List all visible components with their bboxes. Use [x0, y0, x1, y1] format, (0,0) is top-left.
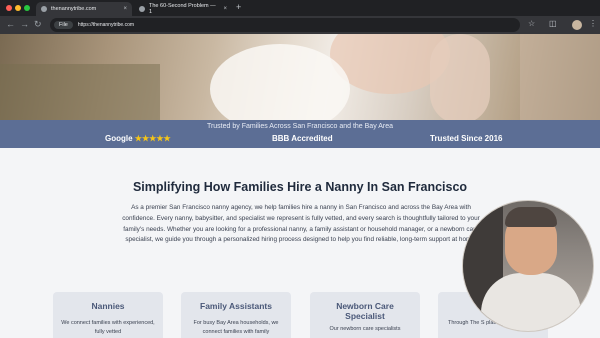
rating-stars-icon: ★★★★★	[134, 134, 171, 143]
tab-favicon-icon	[139, 6, 145, 12]
tab-favicon-icon	[41, 6, 47, 12]
card-title: Family Assistants	[200, 301, 272, 311]
bookmark-star-icon[interactable]: ☆	[528, 19, 535, 28]
tab-title: thenannytribe.com	[51, 6, 97, 12]
trusted-since-badge: Trusted Since 2016	[430, 134, 503, 143]
tab-60-second-problem[interactable]: The 60-Second Problem — 1 ×	[134, 2, 232, 16]
forward-arrow-icon[interactable]: →	[20, 19, 29, 29]
profile-avatar[interactable]	[572, 20, 582, 30]
service-card-nannies[interactable]: Nannies We connect families with experie…	[53, 292, 163, 338]
card-title: Nannies	[91, 301, 125, 311]
webcam-overlay	[462, 200, 594, 332]
page-title: Simplifying How Families Hire a Nanny In…	[132, 180, 468, 194]
menu-dots-icon[interactable]: ⋮	[589, 19, 597, 28]
new-tab-button[interactable]: +	[236, 2, 241, 12]
window-close-button[interactable]	[6, 5, 12, 11]
window-minimize-button[interactable]	[15, 5, 21, 11]
card-text: For busy Bay Area households, we connect…	[193, 320, 279, 335]
intro-paragraph: As a premier San Francisco nanny agency,…	[122, 204, 480, 244]
tab-thenannytribe[interactable]: thenannytribe.com ×	[36, 2, 132, 16]
reload-icon[interactable]: ↻	[34, 19, 42, 30]
trust-bar: Trusted by Families Across San Francisco…	[0, 120, 600, 148]
file-chip[interactable]: File	[54, 21, 73, 29]
service-card-newborn-care[interactable]: Newborn Care Specialist Our newborn care…	[310, 292, 420, 338]
trust-bar-title: Trusted by Families Across San Francisco…	[206, 123, 394, 130]
hero-image	[0, 34, 600, 120]
card-text: Our newborn care specialists	[329, 326, 401, 332]
back-arrow-icon[interactable]: ←	[6, 19, 15, 29]
card-title: Newborn Care Specialist	[336, 301, 394, 321]
tab-title: The 60-Second Problem — 1	[149, 3, 216, 15]
browser-tab-bar: thenannytribe.com × The 60-Second Proble…	[0, 0, 600, 16]
google-rating: Google ★★★★★	[105, 134, 171, 143]
tab-close-icon[interactable]: ×	[223, 6, 227, 12]
google-label: Google	[105, 134, 133, 143]
bbb-accredited-badge: BBB Accredited	[272, 134, 333, 143]
window-maximize-button[interactable]	[24, 5, 30, 11]
browser-toolbar: ← → ↻ File https://thenannytribe.com ☆ ◫…	[0, 16, 600, 34]
extensions-icon[interactable]: ◫	[549, 19, 557, 28]
card-text: We connect families with experienced, fu…	[61, 320, 155, 335]
service-card-family-assistants[interactable]: Family Assistants For busy Bay Area hous…	[181, 292, 291, 338]
tab-close-icon[interactable]: ×	[123, 6, 127, 12]
url-text[interactable]: https://thenannytribe.com	[78, 22, 134, 28]
address-bar[interactable]: File https://thenannytribe.com	[50, 18, 520, 32]
